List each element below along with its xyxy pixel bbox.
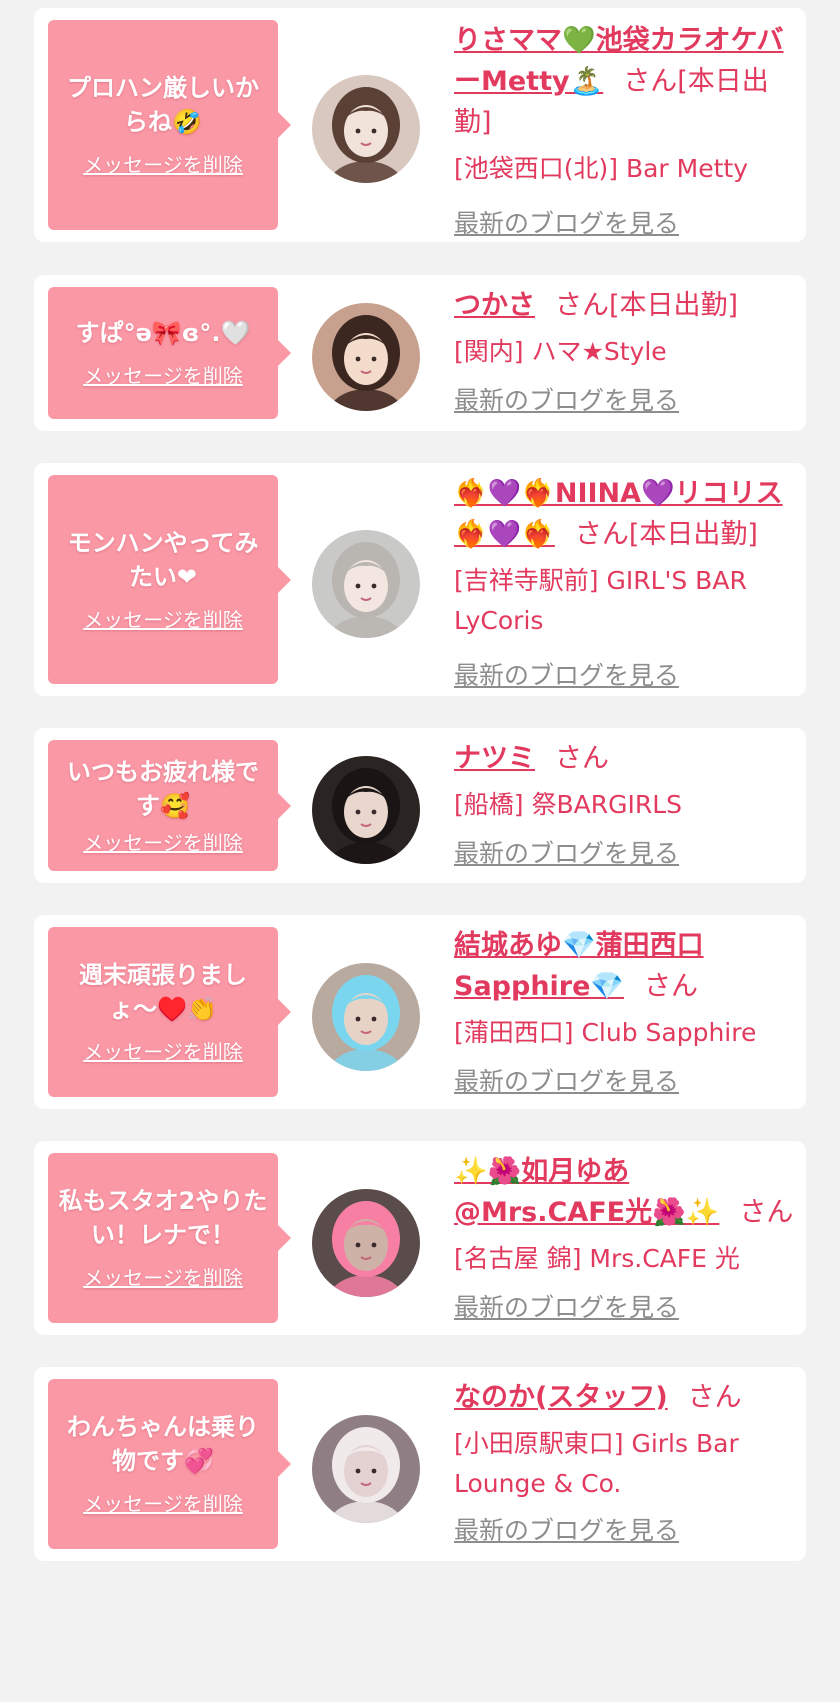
delete-message-link[interactable]: メッセージを削除 <box>83 1264 243 1292</box>
message-card: すぱ°ə🎀ɞ°.🤍 メッセージを削除 つかさ さん[本日出勤] [関内] ハマ★S… <box>34 275 806 431</box>
delete-message-link[interactable]: メッセージを削除 <box>83 1490 243 1518</box>
profile-name-link[interactable]: なのか(スタッフ) <box>454 1382 668 1413</box>
profile-info: なのか(スタッフ) さん [小田原駅東口] Girls Bar Lounge & … <box>454 1377 794 1548</box>
delete-message-link[interactable]: メッセージを削除 <box>83 829 243 857</box>
message-card: いつもお疲れ様です🥰 メッセージを削除 ナツミ さん [船橋] 祭BARGIRLS… <box>34 728 806 883</box>
name-line: ❤️‍🔥💜❤️‍🔥NIINA💜リコリス❤️‍🔥💜❤️‍🔥 さん[本日出勤] <box>454 473 794 555</box>
message-card: プロハン厳しいからね🤣 メッセージを削除 りさママ💚池袋カラオケバーMetty🏝… <box>34 8 806 242</box>
girl-portrait-avatar <box>312 756 420 864</box>
avatar[interactable] <box>312 75 420 183</box>
profile-name-link[interactable]: ナツミ <box>454 743 535 774</box>
message-text: 私もスタオ2やりたい！レナで！ <box>58 1187 268 1249</box>
message-bubble: 私もスタオ2やりたい！レナで！ メッセージを削除 <box>48 1153 291 1323</box>
profile-info: りさママ💚池袋カラオケバーMetty🏝️ さん[本日出勤] [池袋西口(北)] B… <box>454 20 794 241</box>
shop-name: [関内] ハマ★Style <box>454 337 667 366</box>
latest-blog-link[interactable]: 最新のブログを見る <box>454 1291 679 1325</box>
shop-name: [池袋西口(北)] Bar Metty <box>454 154 749 183</box>
honorific-status: さん <box>555 743 609 774</box>
avatar[interactable] <box>312 530 420 638</box>
profile-info: ❤️‍🔥💜❤️‍🔥NIINA💜リコリス❤️‍🔥💜❤️‍🔥 さん[本日出勤] [吉祥… <box>454 473 794 693</box>
message-card: わんちゃんは乗り物です💞 メッセージを削除 なのか(スタッフ) さん [小田原駅東… <box>34 1367 806 1561</box>
delete-message-link[interactable]: メッセージを削除 <box>83 606 243 634</box>
avatar[interactable] <box>312 303 420 411</box>
profile-name-link[interactable]: つかさ <box>454 290 535 321</box>
shop-name: [小田原駅東口] Girls Bar Lounge & Co. <box>454 1429 739 1498</box>
name-line: りさママ💚池袋カラオケバーMetty🏝️ さん[本日出勤] <box>454 20 794 143</box>
message-text: わんちゃんは乗り物です💞 <box>67 1413 259 1475</box>
shop-name: [蒲田西口] Club Sapphire <box>454 1018 757 1047</box>
message-card: 私もスタオ2やりたい！レナで！ メッセージを削除 ✨🌺如月ゆあ@Mrs.CAFE… <box>34 1141 806 1335</box>
avatar[interactable] <box>312 963 420 1071</box>
honorific-status: さん <box>739 1197 794 1228</box>
message-text: 週末頑張りましょ〜♥️👏 <box>79 961 247 1023</box>
profile-info: ナツミ さん [船橋] 祭BARGIRLS 最新のブログを見る <box>454 738 794 871</box>
girl-portrait-avatar <box>312 1415 420 1523</box>
delete-message-link[interactable]: メッセージを削除 <box>83 362 243 390</box>
message-card: モンハンやってみたい❤ メッセージを削除 ❤️‍🔥💜❤️‍🔥NIINA💜リコリス… <box>34 463 806 696</box>
message-list: プロハン厳しいからね🤣 メッセージを削除 りさママ💚池袋カラオケバーMetty🏝… <box>0 0 840 1702</box>
girl-portrait-avatar <box>312 75 420 183</box>
name-line: なのか(スタッフ) さん <box>454 1377 794 1418</box>
girl-portrait-avatar <box>312 963 420 1071</box>
name-line: ✨🌺如月ゆあ@Mrs.CAFE光🌺✨ さん <box>454 1151 794 1233</box>
girl-portrait-avatar <box>312 303 420 411</box>
shop-name: [吉祥寺駅前] GIRL'S BAR LyCoris <box>454 566 747 635</box>
honorific-status: さん <box>644 971 699 1002</box>
delete-message-link[interactable]: メッセージを削除 <box>83 1038 243 1066</box>
avatar[interactable] <box>312 1415 420 1523</box>
girl-portrait-avatar <box>312 1189 420 1297</box>
message-bubble: すぱ°ə🎀ɞ°.🤍 メッセージを削除 <box>48 287 291 419</box>
message-text: プロハン厳しいからね🤣 <box>67 74 259 136</box>
latest-blog-link[interactable]: 最新のブログを見る <box>454 1065 679 1099</box>
name-line: つかさ さん[本日出勤] <box>454 285 794 326</box>
honorific-status: さん[本日出勤] <box>555 290 739 321</box>
delete-message-link[interactable]: メッセージを削除 <box>83 151 243 179</box>
message-text: いつもお疲れ様です🥰 <box>67 757 259 820</box>
avatar[interactable] <box>312 1189 420 1297</box>
latest-blog-link[interactable]: 最新のブログを見る <box>454 1514 679 1548</box>
profile-info: つかさ さん[本日出勤] [関内] ハマ★Style 最新のブログを見る <box>454 285 794 418</box>
name-line: ナツミ さん <box>454 738 794 779</box>
message-bubble: 週末頑張りましょ〜♥️👏 メッセージを削除 <box>48 927 291 1097</box>
honorific-status: さん <box>687 1382 742 1413</box>
honorific-status: さん[本日出勤] <box>574 519 758 550</box>
latest-blog-link[interactable]: 最新のブログを見る <box>454 384 679 418</box>
profile-info: ✨🌺如月ゆあ@Mrs.CAFE光🌺✨ さん [名古屋 錦] Mrs.CAFE 光 … <box>454 1151 794 1325</box>
message-text: モンハンやってみたい❤ <box>67 528 259 591</box>
message-text: すぱ°ə🎀ɞ°.🤍 <box>75 319 251 347</box>
latest-blog-link[interactable]: 最新のブログを見る <box>454 659 679 693</box>
message-bubble: モンハンやってみたい❤ メッセージを削除 <box>48 475 291 684</box>
avatar[interactable] <box>312 756 420 864</box>
girl-portrait-avatar <box>312 530 420 638</box>
name-line: 結城あゆ💎蒲田西口Sapphire💎 さん <box>454 925 794 1007</box>
shop-name: [船橋] 祭BARGIRLS <box>454 790 682 819</box>
message-card: 週末頑張りましょ〜♥️👏 メッセージを削除 結城あゆ💎蒲田西口Sapphire💎… <box>34 915 806 1109</box>
profile-info: 結城あゆ💎蒲田西口Sapphire💎 さん [蒲田西口] Club Sapphir… <box>454 925 794 1099</box>
shop-name: [名古屋 錦] Mrs.CAFE 光 <box>454 1244 740 1273</box>
message-bubble: わんちゃんは乗り物です💞 メッセージを削除 <box>48 1379 291 1549</box>
message-bubble: いつもお疲れ様です🥰 メッセージを削除 <box>48 740 291 871</box>
latest-blog-link[interactable]: 最新のブログを見る <box>454 837 679 871</box>
message-bubble: プロハン厳しいからね🤣 メッセージを削除 <box>48 20 291 230</box>
profile-name-link[interactable]: ✨🌺如月ゆあ@Mrs.CAFE光🌺✨ <box>454 1156 719 1228</box>
latest-blog-link[interactable]: 最新のブログを見る <box>454 207 679 241</box>
